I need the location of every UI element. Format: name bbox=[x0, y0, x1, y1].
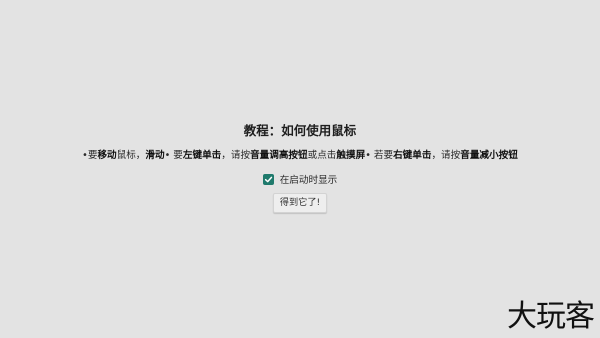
instruction-segment: 鼠标， bbox=[116, 150, 146, 161]
instruction-segment: 滑动 bbox=[145, 150, 165, 161]
instruction-segment: ，请按 bbox=[431, 150, 461, 161]
show-on-startup-checkbox[interactable] bbox=[262, 173, 274, 185]
instruction-segment: 移动 bbox=[97, 150, 117, 161]
tutorial-instructions: •要移动鼠标，滑动• 要左键单击，请按音量调高按钮或点击触摸屏• 若要右键单击，… bbox=[0, 149, 600, 162]
instruction-segment: 触摸屏 bbox=[336, 150, 366, 161]
watermark-logo: 大玩客 bbox=[507, 299, 595, 334]
instruction-segment: 或点击 bbox=[307, 150, 337, 161]
got-it-button[interactable]: 得到它了! bbox=[272, 193, 328, 213]
show-on-startup-label: 在启动时显示 bbox=[279, 175, 338, 186]
instruction-segment: •要 bbox=[82, 150, 98, 161]
show-on-startup-row: 在启动时显示 bbox=[0, 172, 600, 186]
instruction-segment: ，请按 bbox=[221, 150, 251, 161]
instruction-segment: • 要 bbox=[164, 150, 183, 161]
tutorial-dialog: 教程：如何使用鼠标 •要移动鼠标，滑动• 要左键单击，请按音量调高按钮或点击触摸… bbox=[0, 122, 600, 213]
instruction-segment: • 若要 bbox=[365, 150, 394, 161]
tutorial-title: 教程：如何使用鼠标 bbox=[243, 123, 357, 138]
instruction-segment: 右键单击 bbox=[393, 150, 432, 161]
instruction-segment: 音量减小按钮 bbox=[460, 150, 518, 161]
instruction-segment: 左键单击 bbox=[182, 150, 222, 161]
checkmark-icon bbox=[264, 176, 272, 182]
instruction-segment: 音量调高按钮 bbox=[250, 150, 308, 161]
